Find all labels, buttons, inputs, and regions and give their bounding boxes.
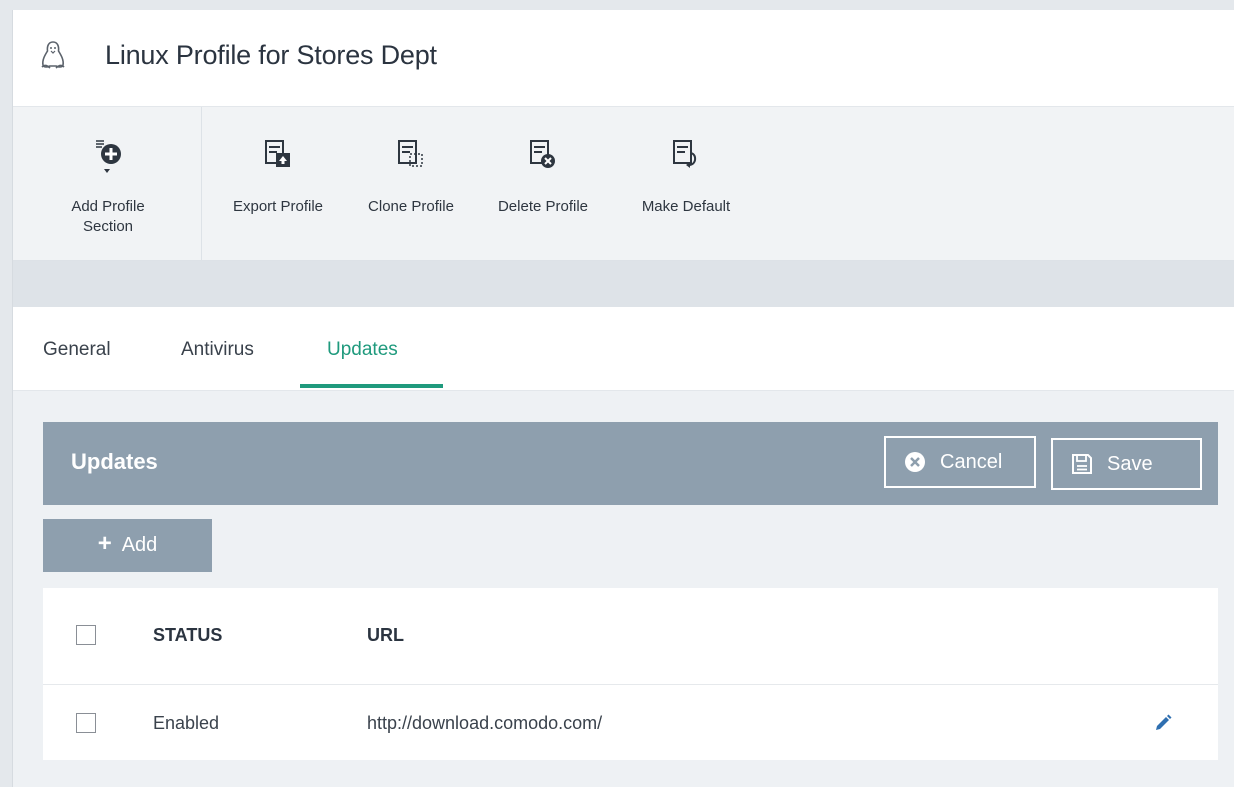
make-default-button[interactable]: Make Default (621, 135, 751, 217)
tab-bar: General Antivirus Updates (13, 307, 1234, 391)
edit-pencil-icon[interactable] (1153, 713, 1173, 733)
add-section-icon (96, 140, 121, 173)
updates-table: STATUS URL Enabled http://download.comod… (43, 588, 1218, 760)
make-default-icon (673, 140, 697, 168)
delete-label: Delete Profile (497, 198, 589, 215)
clone-icon (398, 140, 423, 167)
panel-title: Updates (71, 449, 158, 474)
column-header-status[interactable]: STATUS (153, 625, 222, 646)
plus-icon: + (97, 530, 112, 557)
save-icon (1072, 454, 1092, 474)
select-all-checkbox[interactable] (76, 625, 96, 645)
profile-page: Linux Profile for Stores Dept Add Profil… (12, 10, 1234, 787)
export-icon (265, 140, 290, 167)
toolbar: Add Profile Section Export Profile Clone… (13, 106, 1234, 261)
add-button[interactable]: + Add (43, 519, 212, 572)
separator-band (13, 261, 1234, 307)
delete-profile-button[interactable]: Delete Profile (478, 135, 608, 217)
page-header: Linux Profile for Stores Dept (13, 10, 1234, 106)
add-label: Add (121, 534, 158, 556)
save-button[interactable]: Save (1051, 438, 1202, 490)
row-status: Enabled (153, 713, 220, 733)
column-header-url[interactable]: URL (367, 625, 404, 646)
active-tab-indicator (300, 384, 443, 388)
delete-icon (530, 140, 555, 168)
table-header-row: STATUS URL (43, 588, 1218, 685)
clone-profile-button[interactable]: Clone Profile (351, 135, 471, 217)
cancel-icon (905, 452, 925, 472)
page-title: Linux Profile for Stores Dept (105, 40, 437, 70)
save-label: Save (1107, 452, 1153, 475)
cancel-label: Cancel (940, 450, 1003, 473)
clone-label: Clone Profile (368, 198, 454, 215)
cancel-button[interactable]: Cancel (884, 436, 1036, 488)
row-url: http://download.comodo.com/ (367, 713, 603, 733)
add-section-label-2: Section (82, 218, 134, 235)
add-profile-section-button[interactable]: Add Profile Section (43, 135, 173, 237)
row-checkbox[interactable] (76, 713, 96, 733)
make-default-label: Make Default (641, 198, 731, 215)
export-profile-button[interactable]: Export Profile (213, 135, 343, 217)
tux-icon (41, 41, 65, 69)
add-section-label-1: Add Profile (71, 198, 145, 215)
updates-panel-header: Updates Cancel Save (43, 422, 1218, 505)
tab-updates[interactable]: Updates (327, 339, 398, 361)
tab-general[interactable]: General (43, 339, 111, 361)
table-row: Enabled http://download.comodo.com/ (43, 685, 1218, 760)
tab-antivirus[interactable]: Antivirus (181, 339, 254, 361)
export-label: Export Profile (232, 198, 324, 215)
toolbar-divider (201, 107, 202, 260)
